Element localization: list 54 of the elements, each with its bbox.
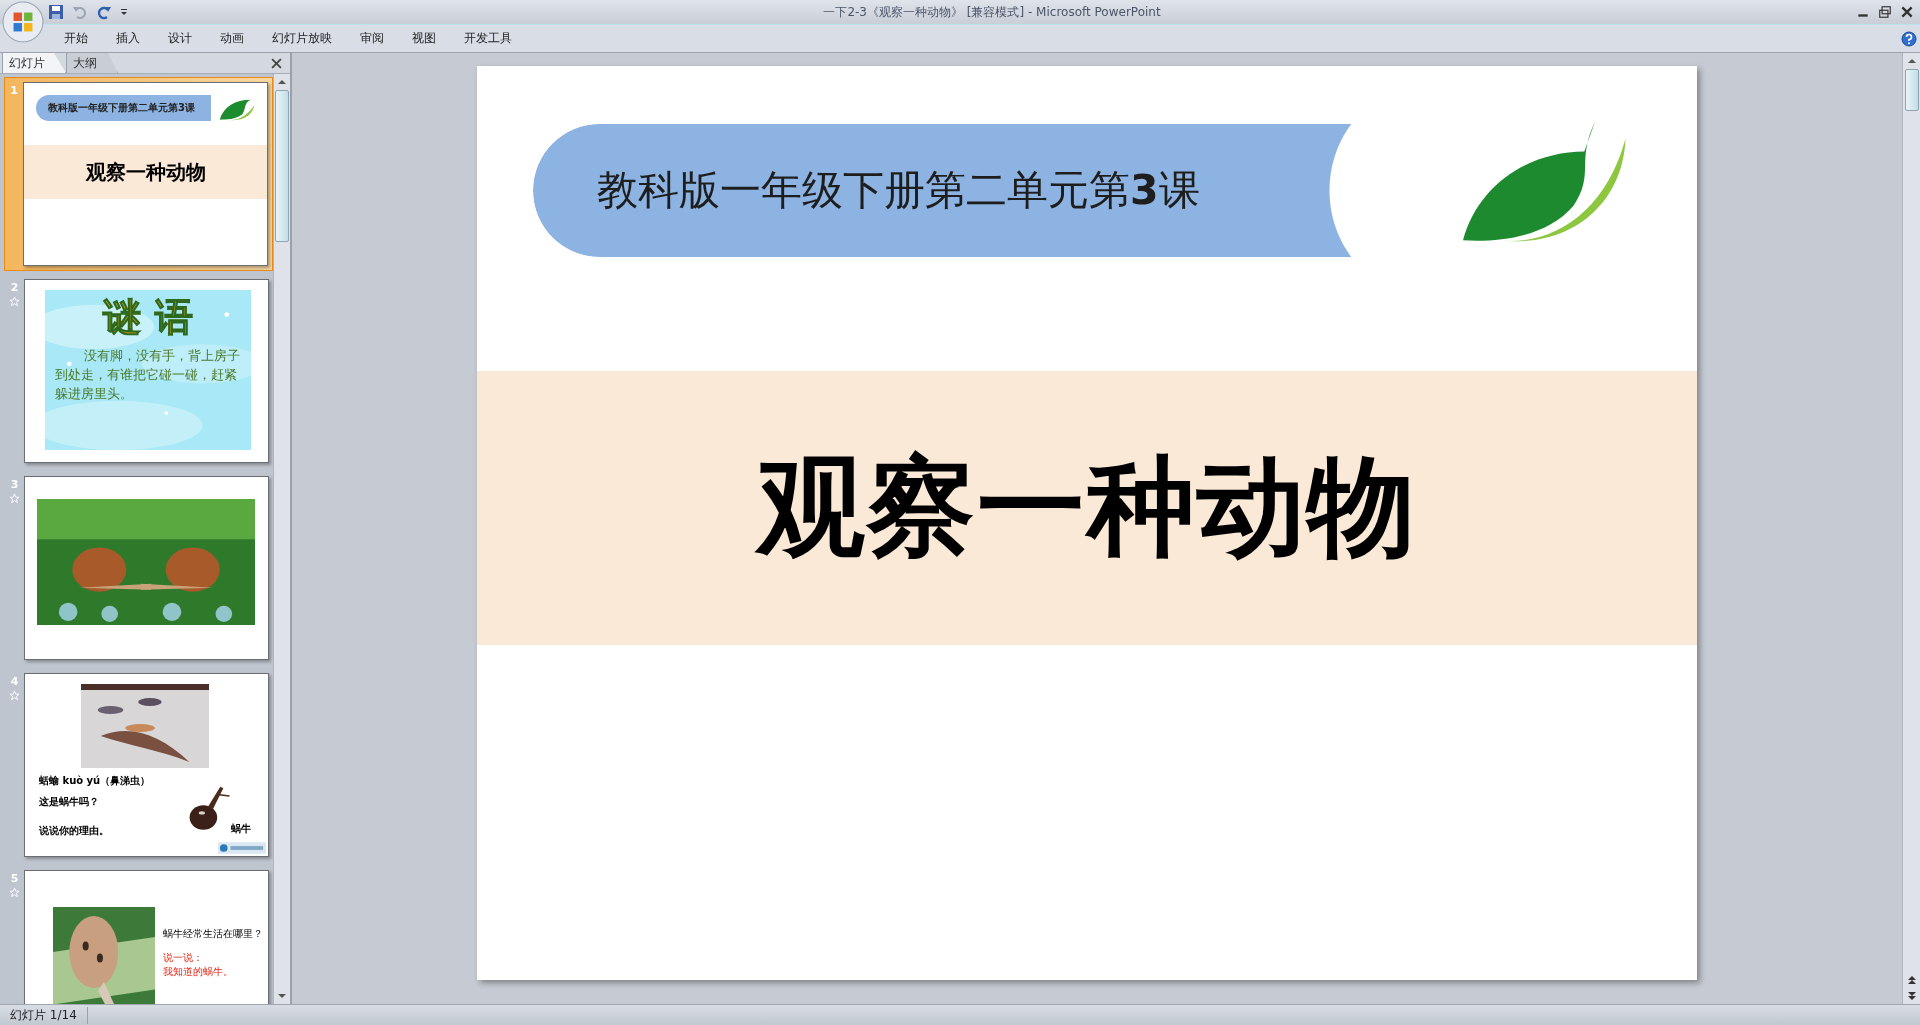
slide-number: 1 (10, 84, 18, 97)
ribbon-tab[interactable]: 动画 (206, 30, 258, 47)
scroll-thumb[interactable] (1904, 69, 1919, 111)
help-icon[interactable] (1901, 30, 1917, 47)
redo-icon[interactable] (96, 4, 112, 20)
next-slide-icon[interactable] (1906, 991, 1917, 1001)
slide-text: 说说你的理由。 (39, 824, 110, 838)
restore-icon[interactable] (1878, 5, 1892, 19)
scrollbar[interactable] (1902, 53, 1920, 1004)
window-title: 一下2-3《观察一种动物》 [兼容模式] - Microsoft PowerPoint (822, 3, 1162, 21)
customize-caret-icon[interactable] (120, 8, 128, 16)
slide-thumbnail-row[interactable]: 1 教科版一年级下册第二单元第3课 观察一种动物 (4, 77, 273, 271)
prompt-text: 说一说： (163, 951, 204, 965)
slide-thumbnail[interactable]: 教科版一年级下册第二单元第3课 观察一种动物 (23, 82, 268, 266)
previous-slide-icon[interactable] (1906, 975, 1917, 985)
question-text: 蜗牛经常生活在哪里？ (163, 927, 263, 941)
slide-text: 蛞蝓 kuò yú（鼻涕虫） (39, 774, 151, 788)
slide-number: 3 (10, 478, 19, 491)
slide-thumbnail-row[interactable]: 5 蜗牛经常生活在哪里？ 说一说： 我知道的蜗牛。 (4, 865, 273, 1004)
save-icon[interactable] (48, 4, 64, 20)
ribbon-tab[interactable]: 幻灯片放映 (258, 30, 346, 47)
slide-thumbnail[interactable]: 蛞蝓 kuò yú（鼻涕虫） 这是蜗牛吗？ 说说你的理由。 蜗牛 (24, 673, 269, 857)
scroll-thumb[interactable] (275, 90, 289, 242)
publisher-logo-icon (218, 842, 266, 854)
ribbon-tab[interactable]: 设计 (154, 30, 206, 47)
close-icon[interactable] (1900, 5, 1914, 19)
ribbon-tab[interactable]: 插入 (102, 30, 154, 47)
panel-tab[interactable]: 幻灯片 (2, 52, 66, 73)
banner-text: 教科版一年级下册第二单元第3课 (597, 164, 1200, 216)
prompt-text: 我知道的蜗牛。 (163, 965, 234, 979)
slide-indicator: 幻灯片 1/14 (0, 1006, 88, 1024)
scroll-down-icon[interactable] (277, 991, 287, 1001)
snail-caption: 蜗牛 (231, 822, 251, 836)
slide-thumbnail-row[interactable]: 4 蛞蝓 kuò yú（鼻涕虫） 这是蜗牛吗？ 说说你的理由。 蜗牛 (4, 668, 273, 862)
slide-number: 2 (10, 281, 19, 294)
panel-tab[interactable]: 大纲 (66, 52, 118, 73)
close-icon[interactable] (271, 58, 282, 69)
scroll-up-icon[interactable] (277, 77, 287, 87)
slide-number: 5 (10, 872, 19, 885)
ribbon-tab[interactable]: 开始 (50, 30, 102, 47)
riddle-text: 没有脚，没有手，背上房子到处走，有谁把它碰一碰，赶紧躲进房里头。 (54, 347, 241, 403)
slide-thumbnail-row[interactable]: 2 谜 语 没有脚，没有手，背上房子到处走，有谁把它碰一碰，赶紧躲进房里头。 (4, 274, 273, 468)
ribbon-tab[interactable]: 视图 (398, 30, 450, 47)
scroll-up-icon[interactable] (1906, 56, 1917, 66)
slide-text: 这是蜗牛吗？ (39, 795, 100, 809)
slide-thumbnail[interactable]: 蜗牛经常生活在哪里？ 说一说： 我知道的蜗牛。 (24, 870, 269, 1004)
ribbon-tab[interactable]: 开发工具 (450, 30, 526, 47)
riddle-heading: 谜 语 (103, 294, 193, 341)
scrollbar[interactable] (273, 74, 290, 1004)
slide-thumbnail[interactable]: 谜 语 没有脚，没有手，背上房子到处走，有谁把它碰一碰，赶紧躲进房里头。 (24, 279, 269, 463)
slide-number: 4 (10, 675, 19, 688)
banner-text: 教科版一年级下册第二单元第3课 (48, 101, 195, 115)
slide-title: 观察一种动物 (85, 158, 206, 186)
ribbon-tab[interactable]: 审阅 (346, 30, 398, 47)
